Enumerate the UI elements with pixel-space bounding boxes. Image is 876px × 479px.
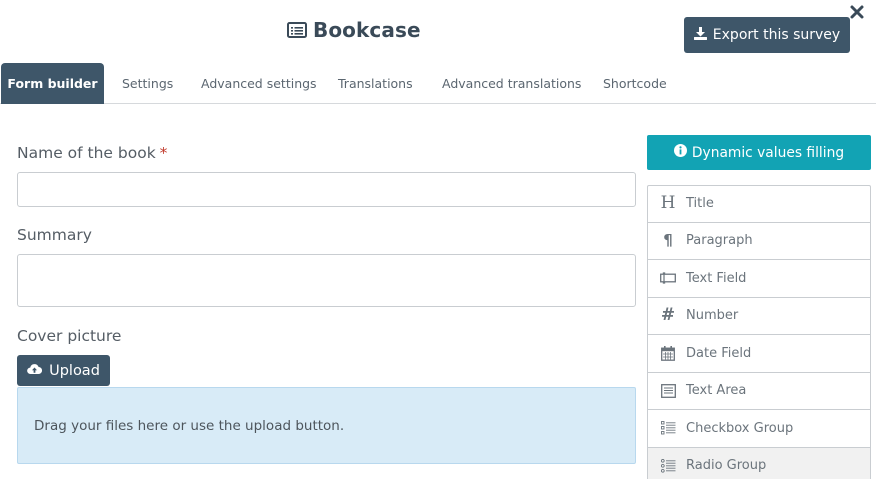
palette-item-text-field[interactable]: Text Field [647,260,871,298]
export-survey-label: Export this survey [712,27,841,43]
form-list-icon [287,22,307,38]
required-marker: * [159,144,168,162]
palette-item-title[interactable]: H Title [647,185,871,223]
tab-bar: Form builder Settings Advanced settings … [0,63,876,104]
radio-list-icon [660,458,676,474]
tab-shortcode[interactable]: Shortcode [603,63,667,104]
text-field-icon [660,270,676,286]
summary-textarea[interactable] [17,254,636,307]
calendar-icon [660,345,676,361]
book-name-input[interactable] [17,172,636,207]
paragraph-icon: ¶ [663,231,673,250]
tab-advanced-translations[interactable]: Advanced translations [442,63,581,104]
export-survey-button[interactable]: Export this survey [684,17,850,53]
palette-item-text-area[interactable]: Text Area [647,372,871,410]
palette-item-checkbox-group[interactable]: Checkbox Group [647,410,871,448]
summary-label: Summary [17,226,92,244]
dynamic-values-button[interactable]: Dynamic values filling [647,135,871,170]
dynamic-values-label: Dynamic values filling [691,144,845,161]
upload-button[interactable]: Upload [17,355,110,386]
page-title: Bookcase [313,18,421,42]
file-dropzone[interactable]: Drag your files here or use the upload b… [17,387,636,464]
tab-advanced-settings[interactable]: Advanced settings [201,63,317,104]
palette-item-radio-group[interactable]: Radio Group [647,447,871,479]
palette-item-label: Checkbox Group [686,420,794,436]
palette-item-label: Number [686,308,739,324]
tab-settings[interactable]: Settings [122,63,173,104]
text-area-icon [660,383,676,399]
palette-item-paragraph[interactable]: ¶ Paragraph [647,222,871,260]
download-icon [693,26,707,44]
heading-icon: H [660,193,676,214]
palette-item-label: Text Field [686,270,747,286]
hash-icon: # [660,305,676,326]
name-label-text: Name of the book [17,144,156,162]
palette-item-date-field[interactable]: Date Field [647,335,871,373]
palette-item-label: Text Area [686,383,747,399]
palette-item-number[interactable]: # Number [647,297,871,335]
upload-label: Upload [49,362,100,379]
close-icon[interactable] [849,4,867,22]
checkbox-list-icon [660,420,676,436]
info-icon [673,144,687,161]
page-header: Bookcase [287,18,421,42]
palette-item-label: Radio Group [686,458,767,474]
name-field-label: Name of the book * [17,144,167,162]
tab-form-builder[interactable]: Form builder [1,63,104,104]
palette-item-label: Date Field [686,345,752,361]
cloud-upload-icon [27,363,43,379]
palette-item-label: Paragraph [686,233,753,249]
palette-item-label: Title [686,196,714,212]
field-palette: H Title ¶ Paragraph Text Field # Number [647,185,871,479]
dropzone-text: Drag your files here or use the upload b… [34,417,345,434]
tab-translations[interactable]: Translations [338,63,413,104]
cover-picture-label: Cover picture [17,327,122,345]
